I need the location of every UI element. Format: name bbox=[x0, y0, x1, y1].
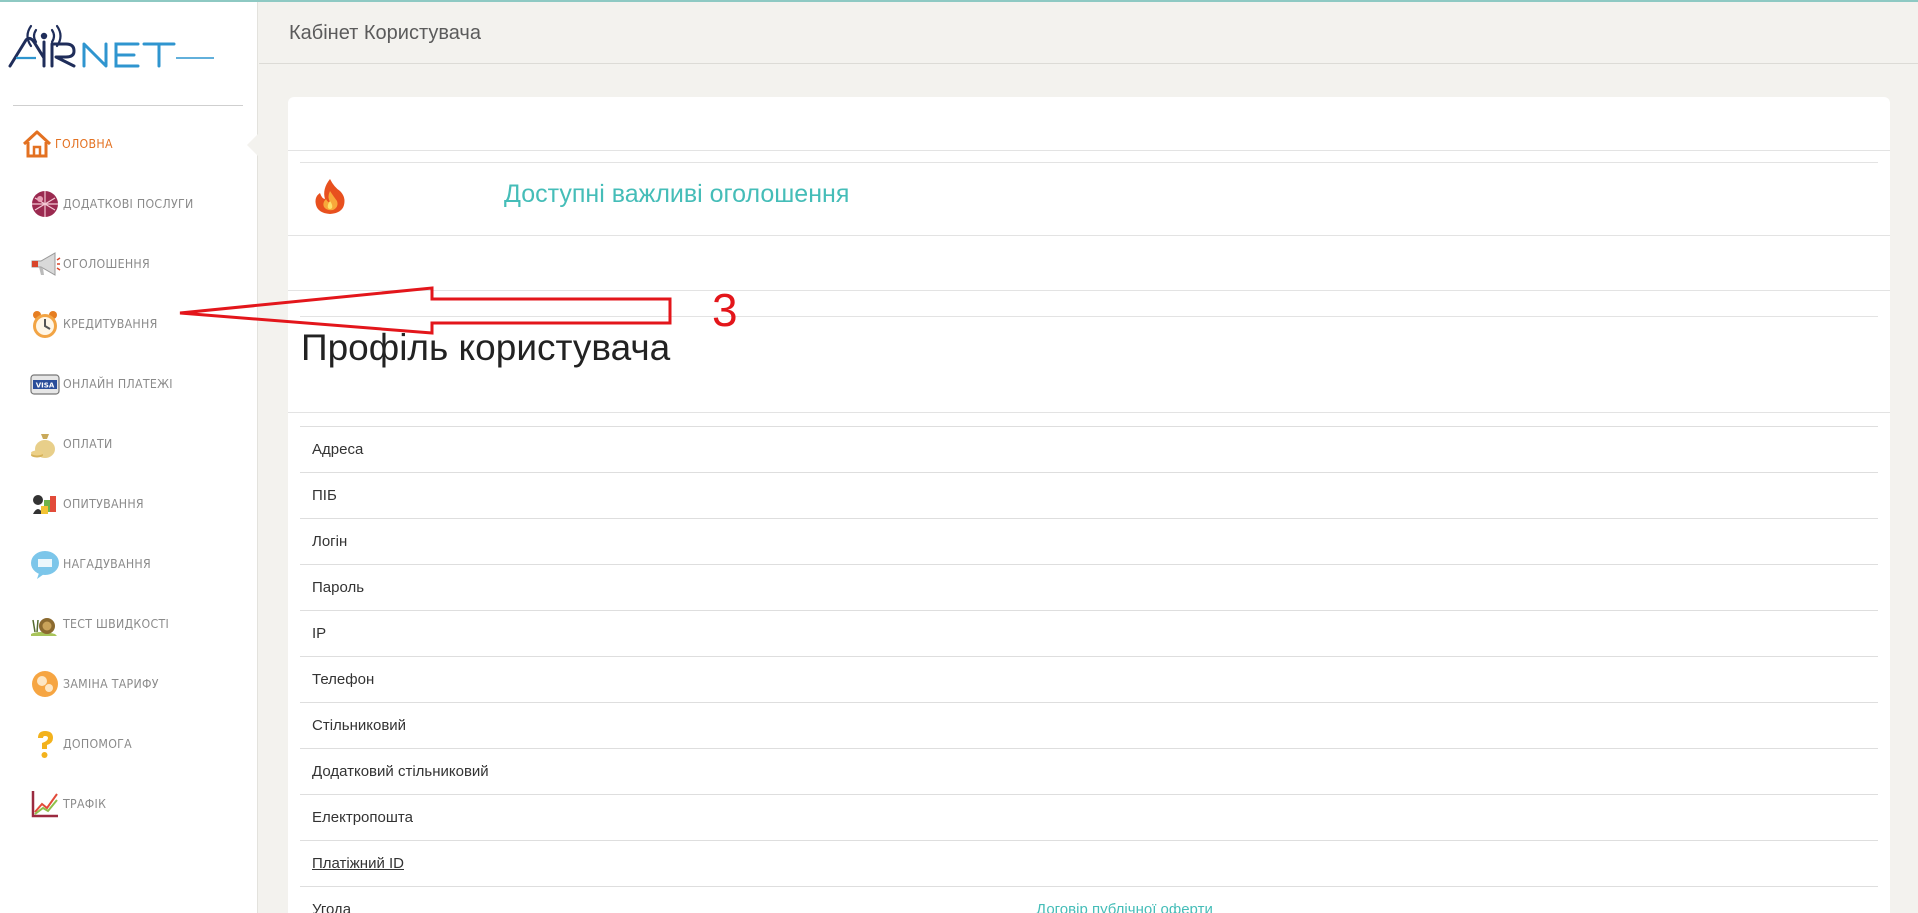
table-row: ПІБ bbox=[300, 472, 1878, 519]
page-header: Кабінет Користувача bbox=[259, 2, 1918, 64]
page-title: Кабінет Користувача bbox=[289, 22, 481, 44]
row-value bbox=[1036, 656, 1878, 703]
table-row: Стільниковий bbox=[300, 702, 1878, 749]
sidebar-item-label: ДОДАТКОВІ ПОСЛУГИ bbox=[63, 197, 194, 211]
airnet-logo[interactable] bbox=[8, 18, 218, 72]
sidebar-item-credit[interactable]: КРЕДИТУВАННЯ bbox=[0, 294, 258, 354]
sidebar-divider bbox=[13, 105, 243, 106]
sidebar-item-help[interactable]: ДОПОМОГА bbox=[0, 714, 258, 774]
table-row: Платіжний ID bbox=[300, 840, 1878, 887]
table-row: Угода Договір публічної оферти bbox=[300, 886, 1878, 913]
sidebar-item-label: ОГОЛОШЕННЯ bbox=[63, 257, 150, 271]
row-value bbox=[1036, 794, 1878, 841]
sidebar-item-traffic[interactable]: ТРАФІК bbox=[0, 774, 258, 834]
sidebar-item-survey[interactable]: ОПИТУВАННЯ bbox=[0, 474, 258, 534]
svg-text:VISA: VISA bbox=[36, 382, 55, 390]
row-label: Стільниковий bbox=[300, 702, 1036, 749]
profile-title: Профіль користувача bbox=[301, 327, 671, 368]
airnet-logo-icon bbox=[8, 24, 214, 68]
visa-card-icon: VISA bbox=[28, 367, 62, 401]
question-mark-icon bbox=[28, 727, 62, 761]
sidebar-item-home[interactable]: ГОЛОВНА bbox=[0, 114, 259, 174]
sidebar-item-announcements[interactable]: ОГОЛОШЕННЯ bbox=[0, 234, 258, 294]
sidebar-item-label: ЗАМІНА ТАРИФУ bbox=[63, 677, 159, 691]
row-label: Пароль bbox=[300, 564, 1036, 611]
profile-table: Адреса ПІБ Логін Пароль IP Телефон Стіль… bbox=[300, 426, 1878, 913]
globe-icon bbox=[28, 187, 62, 221]
row-label: Угода bbox=[300, 886, 1036, 913]
sidebar-nav: ГОЛОВНА ДОДАТКОВІ ПОСЛУГИ ОГОЛОШЕННЯ КРЕ… bbox=[0, 114, 259, 834]
sidebar-item-online-payments[interactable]: VISA ОНЛАЙН ПЛАТЕЖІ bbox=[0, 354, 258, 414]
main-card: Доступні важливі оголошення Профіль кори… bbox=[288, 97, 1890, 913]
table-row: Адреса bbox=[300, 426, 1878, 473]
row-label: Платіжний ID bbox=[312, 855, 404, 872]
sidebar-item-extra-services[interactable]: ДОДАТКОВІ ПОСЛУГИ bbox=[0, 174, 258, 234]
row-value bbox=[1036, 472, 1878, 519]
fire-icon bbox=[312, 177, 348, 215]
table-row: Пароль bbox=[300, 564, 1878, 611]
row-value bbox=[1036, 702, 1878, 749]
table-row: Електропошта bbox=[300, 794, 1878, 841]
survey-icon bbox=[28, 487, 62, 521]
sidebar-item-label: ОНЛАЙН ПЛАТЕЖІ bbox=[63, 377, 173, 391]
row-value bbox=[1036, 564, 1878, 611]
money-bag-icon bbox=[28, 427, 62, 461]
sidebar-item-label: ГОЛОВНА bbox=[55, 137, 113, 151]
divider bbox=[288, 235, 1890, 236]
divider bbox=[300, 316, 1878, 317]
divider bbox=[288, 290, 1890, 291]
divider bbox=[300, 162, 1878, 163]
sidebar-item-label: НАГАДУВАННЯ bbox=[63, 557, 151, 571]
row-label: ПІБ bbox=[300, 472, 1036, 519]
row-label: Електропошта bbox=[300, 794, 1036, 841]
public-offer-link[interactable]: Договір публічної оферти bbox=[1036, 901, 1213, 913]
row-value bbox=[1036, 610, 1878, 657]
sidebar-item-label: ТЕСТ ШВИДКОСТІ bbox=[63, 617, 170, 631]
tariff-change-icon bbox=[28, 667, 62, 701]
table-row: Додатковий стільниковий bbox=[300, 748, 1878, 795]
important-announcements-link[interactable]: Доступні важливі оголошення bbox=[504, 180, 849, 209]
divider bbox=[288, 412, 1890, 413]
payment-id-label[interactable]: Платіжний ID bbox=[300, 840, 1036, 887]
snail-icon bbox=[28, 607, 62, 641]
table-row: IP bbox=[300, 610, 1878, 657]
row-value bbox=[1036, 748, 1878, 795]
alarm-clock-icon bbox=[28, 307, 62, 341]
divider bbox=[288, 150, 1890, 151]
row-label: IP bbox=[300, 610, 1036, 657]
row-label: Адреса bbox=[300, 426, 1036, 473]
row-label: Телефон bbox=[300, 656, 1036, 703]
sidebar-item-label: ОПИТУВАННЯ bbox=[63, 497, 144, 511]
traffic-chart-icon bbox=[28, 787, 62, 821]
home-icon bbox=[20, 127, 54, 161]
sidebar-item-speed-test[interactable]: ТЕСТ ШВИДКОСТІ bbox=[0, 594, 258, 654]
row-value: Договір публічної оферти bbox=[1036, 886, 1878, 913]
row-value bbox=[1036, 518, 1878, 565]
sidebar-item-payments[interactable]: ОПЛАТИ bbox=[0, 414, 258, 474]
annotation-number: 3 bbox=[712, 284, 738, 336]
row-label: Додатковий стільниковий bbox=[300, 748, 1036, 795]
sidebar-item-label: ТРАФІК bbox=[63, 797, 107, 811]
megaphone-icon bbox=[28, 247, 62, 281]
sidebar: ГОЛОВНА ДОДАТКОВІ ПОСЛУГИ ОГОЛОШЕННЯ КРЕ… bbox=[0, 2, 259, 913]
sidebar-item-label: ОПЛАТИ bbox=[63, 437, 113, 451]
row-label: Логін bbox=[300, 518, 1036, 565]
sidebar-item-label: ДОПОМОГА bbox=[63, 737, 133, 751]
active-indicator bbox=[247, 133, 259, 157]
table-row: Телефон bbox=[300, 656, 1878, 703]
sidebar-item-tariff-change[interactable]: ЗАМІНА ТАРИФУ bbox=[0, 654, 258, 714]
sidebar-item-reminders[interactable]: НАГАДУВАННЯ bbox=[0, 534, 258, 594]
table-row: Логін bbox=[300, 518, 1878, 565]
sidebar-item-label: КРЕДИТУВАННЯ bbox=[63, 317, 158, 331]
reminder-bubble-icon bbox=[28, 547, 62, 581]
row-value bbox=[1036, 840, 1878, 887]
row-value bbox=[1036, 426, 1878, 473]
